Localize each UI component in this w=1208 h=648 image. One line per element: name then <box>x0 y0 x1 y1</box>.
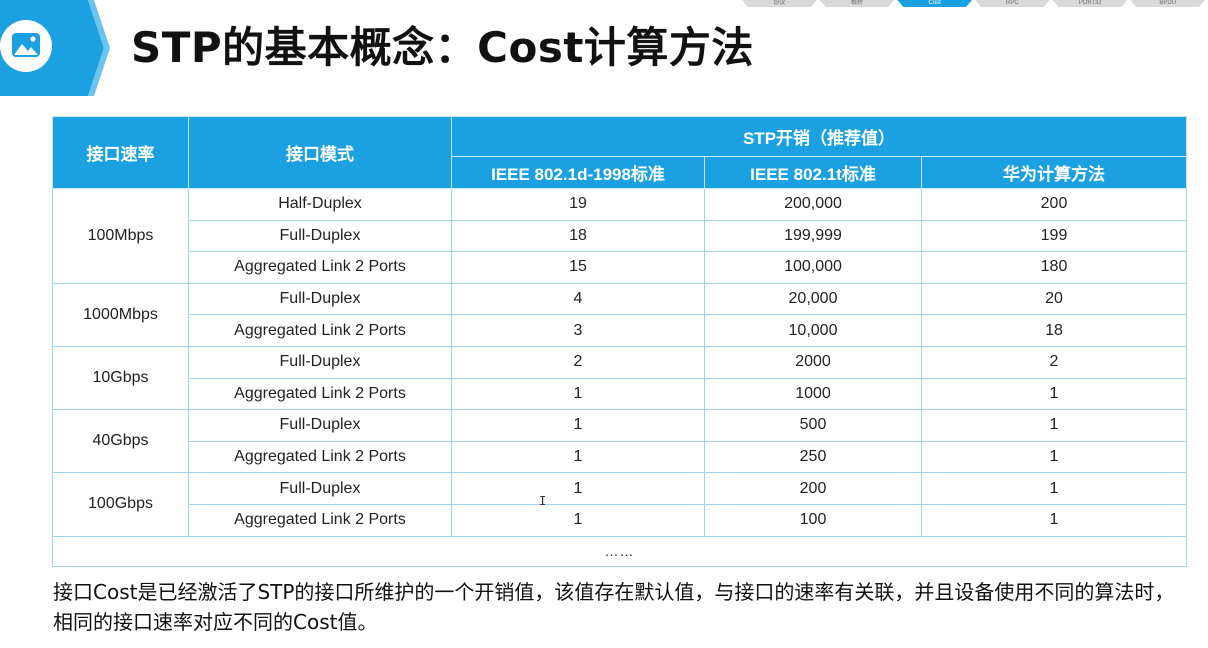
cell-ieee-1998: 19 <box>451 188 705 221</box>
header-ieee-802-1d-1998: IEEE 802.1d-1998标准 <box>451 156 705 189</box>
cell-ieee-t: 1000 <box>704 377 922 411</box>
image-icon <box>0 20 52 72</box>
table-row: 40Gbps Full-Duplex 1 500 1 <box>52 409 1188 474</box>
cell-ieee-1998: 18 <box>451 219 705 253</box>
cell-ieee-1998: 1 <box>451 440 705 474</box>
table-row: Full-Duplex 18 199,999 199 <box>53 219 1188 253</box>
cell-huawei: 180 <box>920 251 1188 284</box>
cell-ieee-1998: 1 <box>451 472 705 505</box>
cell-mode: Full-Duplex <box>188 409 452 442</box>
cell-ieee-1998: 1 <box>451 409 705 442</box>
table-row-more: …… <box>51 535 1188 567</box>
table-row: Aggregated Link 2 Ports 1 1000 1 <box>53 377 1188 411</box>
cell-ieee-1998: 1 <box>451 503 705 537</box>
cell-ieee-t: 200 <box>704 472 922 505</box>
cell-ieee-t: 200,000 <box>704 188 922 221</box>
stp-cost-table: 接口速率 接口模式 STP开销（推荐值） IEEE 802.1d-1998标准 … <box>51 116 1188 567</box>
header-interface-mode: 接口模式 <box>188 116 452 189</box>
header-ieee-802-1t: IEEE 802.1t标准 <box>704 156 922 189</box>
cell-mode: Aggregated Link 2 Ports <box>188 440 452 474</box>
cell-ieee-1998: 4 <box>451 282 705 316</box>
cell-ieee-1998: 3 <box>451 314 705 347</box>
tab-root-bridge[interactable]: 根桥 <box>819 0 895 7</box>
cell-mode: Aggregated Link 2 Ports <box>188 503 452 537</box>
page-title: STP的基本概念：Cost计算方法 <box>131 23 754 72</box>
cell-mode: Aggregated Link 2 Ports <box>188 377 452 411</box>
cell-ieee-t: 500 <box>704 409 922 442</box>
table-row: 10Gbps Full-Duplex 2 2000 2 <box>52 345 1188 411</box>
cell-ieee-t: 20,000 <box>704 282 922 316</box>
cell-mode: Full-Duplex <box>188 219 452 253</box>
cell-mode: Full-Duplex <box>188 472 452 505</box>
cell-mode: Aggregated Link 2 Ports <box>188 314 452 347</box>
cell-huawei: 1 <box>920 409 1188 442</box>
header-stp-cost-group: STP开销（推荐值） <box>450 116 1188 157</box>
cell-speed: 40Gbps <box>52 409 189 474</box>
tab-cost[interactable]: Cost <box>897 0 973 7</box>
table-row: 100Gbps Full-Duplex 1 200 1 <box>52 472 1188 537</box>
table-row: Aggregated Link 2 Ports 1 100 1 <box>53 503 1188 537</box>
cell-huawei: 1 <box>920 472 1188 505</box>
cell-huawei: 200 <box>920 188 1188 221</box>
table-row: 1000Mbps Full-Duplex 4 20,000 20 <box>52 282 1188 347</box>
header-badge <box>0 0 110 96</box>
table-row: Aggregated Link 2 Ports 1 250 1 <box>53 440 1188 474</box>
cell-ieee-t: 2000 <box>704 345 922 379</box>
header-huawei-method: 华为计算方法 <box>920 156 1188 189</box>
tab-portid[interactable]: PORTID <box>1052 0 1128 7</box>
cell-ieee-t: 100 <box>704 503 922 537</box>
cell-speed: 100Mbps <box>52 188 189 284</box>
cell-speed: 1000Mbps <box>52 282 189 347</box>
cell-mode: Full-Duplex <box>188 345 452 379</box>
cell-ieee-t: 100,000 <box>704 251 922 284</box>
table-row: Aggregated Link 2 Ports 3 10,000 18 <box>53 314 1188 347</box>
cell-ieee-1998: 2 <box>451 345 705 379</box>
cell-huawei: 1 <box>920 503 1188 537</box>
cell-speed: 10Gbps <box>52 345 189 411</box>
cell-ieee-t: 10,000 <box>704 314 922 347</box>
cell-ieee-t: 199,999 <box>704 219 922 253</box>
tab-rpc[interactable]: RPC <box>975 0 1050 7</box>
cell-ieee-t: 250 <box>704 440 922 474</box>
cell-huawei: 1 <box>920 440 1188 474</box>
cell-mode: Half-Duplex <box>188 188 452 221</box>
tab-bpdu[interactable]: BPDU <box>1130 0 1206 7</box>
text-cursor-icon: I <box>539 494 547 508</box>
description-text: 接口Cost是已经激活了STP的接口所维护的一个开销值，该值存在默认值，与接口的… <box>53 580 1175 634</box>
cell-mode: Aggregated Link 2 Ports <box>188 251 452 284</box>
cell-speed: 100Gbps <box>52 472 189 537</box>
ellipsis-cell: …… <box>51 535 1188 567</box>
section-tab-strip: 协议 根桥 Cost RPC PORTID BPDU <box>742 0 1208 7</box>
cell-huawei: 199 <box>920 219 1188 253</box>
table-row: 100Mbps Half-Duplex 19 200,000 200 <box>52 188 1188 284</box>
cell-huawei: 1 <box>920 377 1188 411</box>
cell-huawei: 2 <box>920 345 1188 379</box>
header-interface-speed: 接口速率 <box>52 116 189 189</box>
cell-ieee-1998: 15 <box>451 251 705 284</box>
cell-huawei: 18 <box>920 314 1188 347</box>
cell-ieee-1998: 1 <box>451 377 705 411</box>
tab-protocol[interactable]: 协议 <box>742 0 817 7</box>
table-row: Aggregated Link 2 Ports 15 100,000 180 <box>53 251 1188 284</box>
table-body: 100Mbps Half-Duplex 19 200,000 200 Full-Duple… <box>51 188 1188 567</box>
cell-mode: Full-Duplex <box>188 282 452 316</box>
cell-huawei: 20 <box>920 282 1188 316</box>
